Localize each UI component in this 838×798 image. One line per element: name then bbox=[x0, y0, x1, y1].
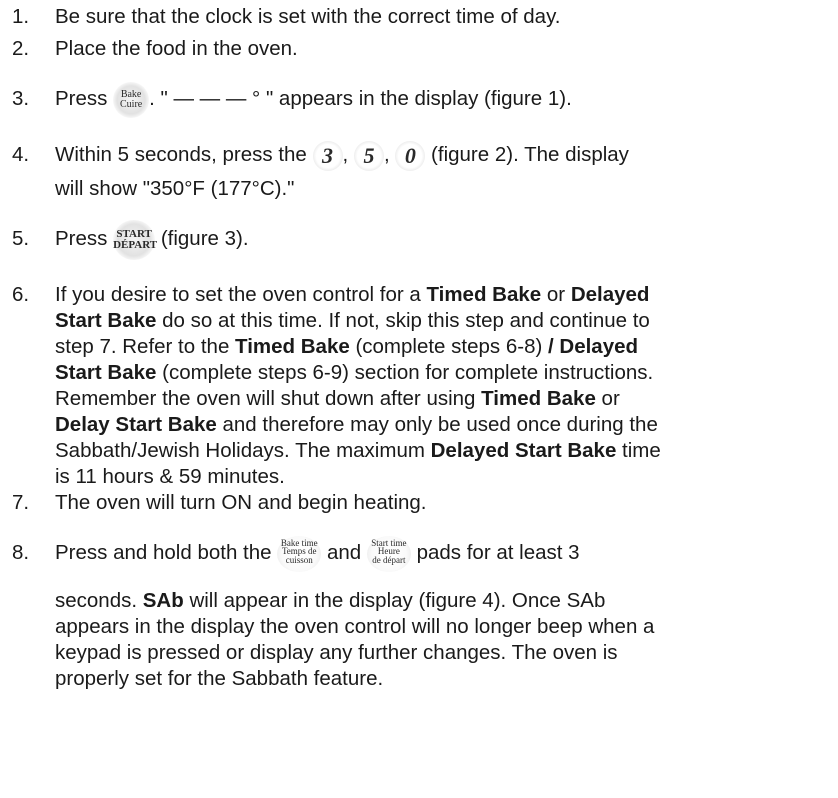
step-6-line-6: Delay Start Bake and therefore may only … bbox=[55, 412, 658, 438]
step-8-line-2: seconds. SAb will appear in the display … bbox=[55, 588, 605, 614]
step-8-number: 8. bbox=[12, 541, 30, 564]
step-2-text: Place the food in the oven. bbox=[55, 37, 298, 60]
step-6-line-4: Start Bake (complete steps 6-9) section … bbox=[55, 360, 653, 386]
step-6-line-1: If you desire to set the oven control fo… bbox=[55, 282, 649, 308]
step-8-mid: and bbox=[326, 541, 362, 564]
text-run: or bbox=[541, 283, 571, 306]
step-7-number: 7. bbox=[12, 491, 30, 514]
step-5-number: 5. bbox=[12, 227, 30, 250]
key-3-icon: 3 bbox=[312, 140, 343, 171]
step-8-line-4: keypad is pressed or display any further… bbox=[55, 641, 618, 664]
step-3-number: 3. bbox=[12, 87, 30, 110]
bold-term: Delayed bbox=[570, 283, 650, 306]
text-run: (complete steps 6-9) section for complet… bbox=[156, 361, 654, 384]
text-run: Sabbath/Jewish Holidays. The maximum bbox=[55, 439, 431, 462]
bold-term: Delay Start Bake bbox=[55, 413, 217, 436]
text-run: step 7. Refer to the bbox=[55, 335, 236, 358]
start-time-keypad-icon: Start time Heure de départ bbox=[366, 535, 411, 572]
key-separator: , bbox=[383, 143, 390, 166]
step-6-line-3: step 7. Refer to the Timed Bake (complet… bbox=[55, 334, 638, 360]
bold-term: Delayed Start Bake bbox=[430, 439, 617, 462]
step-4-pre: Within 5 seconds, press the bbox=[55, 143, 307, 166]
bold-term: Start Bake bbox=[55, 309, 157, 332]
text-run: time bbox=[616, 439, 661, 462]
step-2-number: 2. bbox=[12, 37, 30, 60]
bold-term: SAb bbox=[142, 589, 184, 612]
step-6-number: 6. bbox=[12, 283, 30, 306]
step-7-text: The oven will turn ON and begin heating. bbox=[55, 491, 427, 514]
bold-term: / Delayed bbox=[548, 335, 639, 358]
step-6-line-5: Remember the oven will shut down after u… bbox=[55, 386, 620, 412]
bold-term: Timed Bake bbox=[235, 335, 350, 358]
step-5-pre: Press bbox=[55, 227, 108, 250]
step-8-pre: Press and hold both the bbox=[55, 541, 272, 564]
step-8-line-3: appears in the display the oven control … bbox=[55, 615, 655, 638]
text-run: will appear in the display (figure 4). O… bbox=[183, 589, 606, 612]
key-0-icon: 0 bbox=[395, 140, 426, 171]
text-run: seconds. bbox=[55, 589, 143, 612]
bold-term: Timed Bake bbox=[426, 283, 542, 306]
text-run: Remember the oven will shut down after u… bbox=[55, 387, 482, 410]
step-4-number: 4. bbox=[12, 143, 30, 166]
start-keypad-label-en: START bbox=[116, 227, 152, 240]
bold-term: Timed Bake bbox=[481, 387, 596, 410]
step-4-line-2: will show "350°F (177°C)." bbox=[55, 177, 295, 200]
step-4-post: (figure 2). The display bbox=[431, 143, 629, 166]
instructions-document: 1. Be sure that the clock is set with th… bbox=[0, 0, 838, 798]
start-time-label-fr-2: de départ bbox=[372, 554, 406, 565]
step-8-line-5: properly set for the Sabbath feature. bbox=[55, 667, 384, 690]
bake-keypad-label-fr: Cuire bbox=[120, 98, 143, 110]
step-1-text: Be sure that the clock is set with the c… bbox=[55, 5, 561, 28]
bake-time-keypad-icon: Bake time Temps de cuisson bbox=[277, 535, 322, 572]
text-run: do so at this time. If not, skip this st… bbox=[156, 309, 650, 332]
step-6-line-2: Start Bake do so at this time. If not, s… bbox=[55, 308, 650, 334]
step-5-post: (figure 3). bbox=[160, 227, 249, 250]
bake-time-label-fr-2: cuisson bbox=[285, 554, 313, 565]
key-5-icon: 5 bbox=[353, 140, 384, 171]
step-6-line-8: is 11 hours & 59 minutes. bbox=[55, 465, 285, 488]
text-run: If you desire to set the oven control fo… bbox=[55, 283, 427, 306]
start-keypad-icon: START DÉPART bbox=[113, 219, 158, 260]
text-run: and therefore may only be used once duri… bbox=[216, 413, 658, 436]
step-5-line: Press START DÉPART (figure 3). bbox=[55, 218, 249, 260]
step-6-line-7: Sabbath/Jewish Holidays. The maximum Del… bbox=[55, 438, 661, 464]
step-8-line-1: Press and hold both the Bake time Temps … bbox=[55, 532, 580, 574]
step-1-number: 1. bbox=[12, 5, 30, 28]
step-8-post: pads for at least 3 bbox=[416, 541, 580, 564]
bake-keypad-icon: Bake Cuire bbox=[113, 81, 150, 118]
text-run: (complete steps 6-8) bbox=[349, 335, 548, 358]
start-keypad-label-fr: DÉPART bbox=[113, 238, 158, 251]
text-run: or bbox=[595, 387, 620, 410]
step-3-post: . " — — — ° " appears in the display (fi… bbox=[149, 87, 572, 110]
step-3-pre: Press bbox=[55, 87, 108, 110]
bold-term: Start Bake bbox=[55, 361, 157, 384]
step-4-line-1: Within 5 seconds, press the 3, 5, 0 (fig… bbox=[55, 134, 629, 176]
step-3-line: Press Bake Cuire . " — — — ° " appears i… bbox=[55, 78, 572, 120]
key-separator: , bbox=[342, 143, 349, 166]
